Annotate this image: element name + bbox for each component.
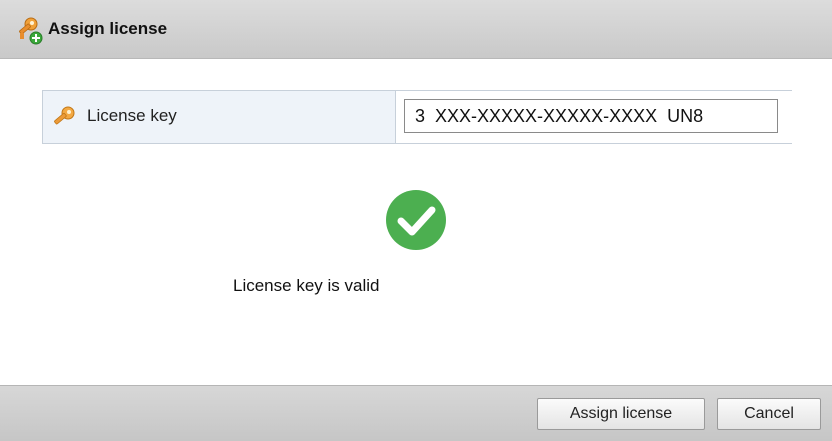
- dialog-footer: Assign license Cancel: [0, 385, 832, 441]
- license-key-row: License key: [42, 90, 794, 144]
- license-key-input[interactable]: [404, 99, 778, 133]
- cancel-button[interactable]: Cancel: [717, 398, 821, 430]
- validation-message: License key is valid: [233, 276, 380, 295]
- title-bar: Assign license: [0, 0, 832, 59]
- check-circle-icon: [384, 188, 448, 252]
- assign-license-button[interactable]: Assign license: [537, 398, 705, 430]
- license-key-label: License key: [87, 106, 177, 125]
- assign-license-dialog: Assign license License key License key i…: [0, 0, 832, 441]
- key-icon: [51, 105, 77, 131]
- dialog-title: Assign license: [48, 19, 168, 38]
- key-plus-icon: [14, 16, 44, 46]
- license-key-cell: [395, 91, 794, 143]
